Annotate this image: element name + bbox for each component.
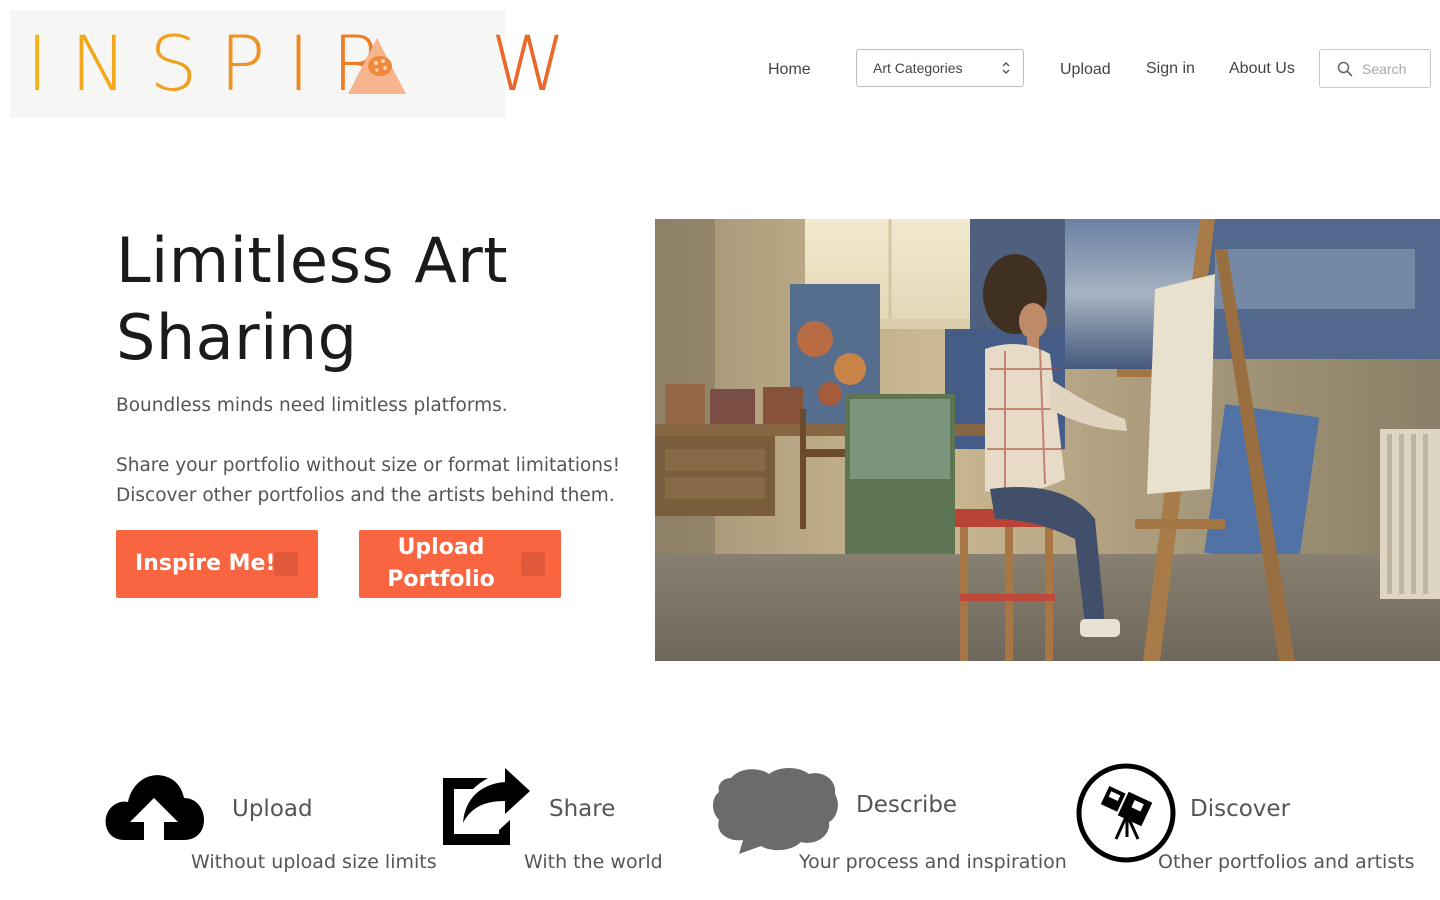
feature-discover-title: Discover	[1190, 796, 1291, 822]
cloud-upload-icon	[105, 775, 204, 840]
search-icon	[1337, 61, 1353, 77]
nav-upload[interactable]: Upload	[1060, 61, 1111, 79]
button-square-icon	[521, 552, 545, 576]
logo-letter: P	[219, 19, 288, 108]
art-categories-select-value: Art Categories	[873, 60, 963, 76]
hero-tagline: Boundless minds need limitless platforms…	[116, 395, 508, 416]
logo-letter: W	[490, 19, 588, 108]
telescope-icon	[1076, 763, 1176, 863]
feature-share-subtitle: With the world	[524, 851, 663, 873]
feature-discover-subtitle: Other portfolios and artists	[1158, 851, 1415, 873]
feature-describe-title: Describe	[856, 792, 958, 818]
upload-portfolio-button[interactable]: Upload Portfolio	[359, 530, 561, 598]
logo-letter: S	[149, 19, 220, 108]
hero-image-artist-studio	[655, 219, 1440, 661]
feature-describe-subtitle: Your process and inspiration	[799, 851, 1067, 873]
nav-home[interactable]: Home	[768, 61, 811, 79]
button-square-icon	[274, 552, 298, 576]
inspire-me-button-label: Inspire Me!	[135, 551, 276, 576]
nav-about-us[interactable]: About Us	[1229, 60, 1295, 78]
nav-sign-in[interactable]: Sign in	[1146, 60, 1195, 78]
search-input[interactable]	[1362, 58, 1426, 80]
art-categories-select[interactable]: Art Categories	[856, 49, 1024, 87]
search-box[interactable]	[1319, 49, 1431, 88]
logo-wordmark: I N S P I R W	[26, 24, 588, 104]
upload-portfolio-button-label-line2: Portfolio	[387, 567, 495, 592]
share-icon	[443, 768, 530, 845]
hero-description-line2: Discover other portfolios and the artist…	[116, 485, 615, 506]
logo-letter: I	[287, 19, 332, 108]
inspire-me-button[interactable]: Inspire Me!	[116, 530, 318, 598]
hero-description-line1: Share your portfolio without size or for…	[116, 455, 621, 476]
feature-upload-title: Upload	[232, 796, 313, 822]
chevron-up-down-icon	[1002, 62, 1010, 74]
speech-cloud-icon	[713, 768, 838, 854]
site-logo[interactable]: I N S P I R W	[10, 10, 566, 118]
logo-letter: N	[70, 19, 150, 108]
feature-share-title: Share	[549, 796, 616, 822]
palette-triangle-icon	[348, 38, 406, 94]
feature-upload-subtitle: Without upload size limits	[191, 851, 437, 873]
logo-letter: I	[26, 19, 71, 108]
upload-portfolio-button-label-line1: Upload	[397, 535, 485, 560]
hero-title: Limitless Art Sharing	[116, 224, 509, 374]
